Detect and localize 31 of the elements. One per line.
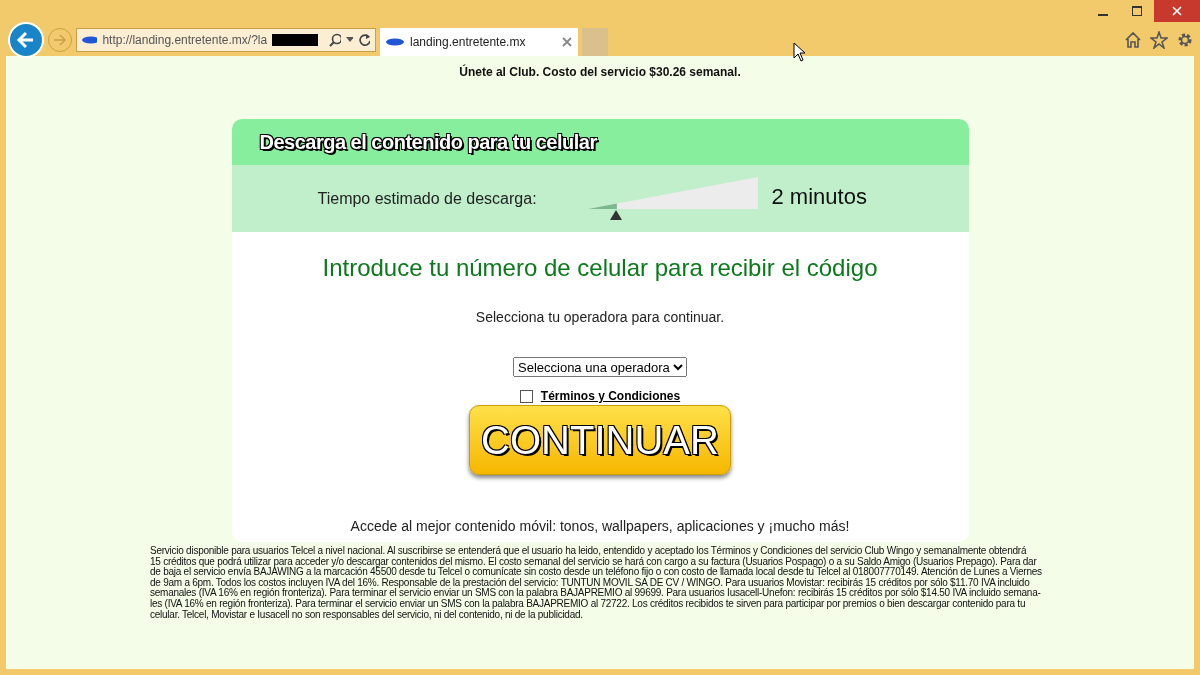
search-icon[interactable]: [329, 33, 342, 47]
estimate-label: Tiempo estimado de descarga:: [317, 189, 538, 208]
refresh-icon[interactable]: [358, 33, 370, 47]
dropdown-icon[interactable]: [346, 37, 354, 43]
browser-tab[interactable]: landing.entretente.mx: [380, 28, 578, 56]
notice-text: Únete al Club. Costo del servicio $30.26 semanal.: [459, 65, 741, 79]
operator-select[interactable]: Selecciona una operadora: [513, 357, 687, 377]
site-icon: [82, 36, 98, 44]
terms-link[interactable]: Términos y Condiciones: [540, 389, 681, 403]
estimate-value: 2 minutos: [771, 183, 867, 210]
back-button[interactable]: [8, 22, 44, 58]
terms-checkbox[interactable]: [519, 389, 533, 403]
instruction-text: Selecciona tu operadora para continuar.: [475, 309, 725, 325]
star-icon[interactable]: [1150, 31, 1168, 49]
maximize-icon: [1132, 6, 1142, 16]
back-arrow-icon: [16, 30, 36, 50]
address-bar[interactable]: http://landing.entretente.mx/?la: [76, 28, 376, 52]
tagline-text: Accede al mejor contenido móvil: tonos, wallpapers, aplicaciones y ¡mucho más!: [350, 518, 850, 534]
card-title: Descarga el contenido para tu celular: [259, 130, 597, 154]
close-tab-icon[interactable]: [562, 37, 572, 47]
redaction-block: [272, 34, 319, 46]
site-icon: [386, 38, 404, 46]
settings-icon[interactable]: [1176, 31, 1194, 49]
home-icon[interactable]: [1124, 31, 1142, 49]
close-icon: [1172, 6, 1182, 16]
cursor-icon: [793, 42, 807, 62]
card-heading: Introduce tu número de celular para recibir el código: [322, 254, 878, 282]
minimize-icon: [1098, 14, 1108, 16]
legal-text: Servicio disponible para usuarios Telcel a nivel nacional. Al suscribirse se entenderá que el usuario ha leido, entendido y aceptado los Términos y Condiciones del servicio Club Wingo y semanalmente obtendrá 15 créditos que podrá utilizar para acceder y/o descargar contenidos del mismo. El costo semanal del servicio se hará con cargo a su factura (Usuarios Pospago) o a su Saldo Amigo (Usuarios Prepago). Para dar de baja el servicio envía BAJAWING a la marcación 45500 desde tu Telcel o comunícate sin costo desde un teléfono fijo o con costo de llamada local desde tu Telcel al 018007770149. Atención de Lunes a Viernes de 9am a 6pm. Todos los costos incluyen IVA del 16%. Responsable de la prestación del servicio: TUNTUN MOVIL SA DE CV / WINGO. Para usuarios Movistar: recibirás 15 créditos por sólo $11.70 IVA incluido semanales (IVA 16% en región fronteriza). Para terminar el servicio enviar un SMS con la palabra BAJAPREMIO al 99699. Para usuarios Iusacell-Unefon: recibirás 15 créditos por sólo $14.50 IVA incluido semana- les (IVA 16% en región fronteriza). Para terminar el servicio enviar un SMS con la palabra BAJAPREMIO al 72722. Los créditos recibidos te sirven para participar por premios o bien descargar contenido para tu celular. Telcel, Movistar e Iusacell no son responsables del servicio, ni del contenido, ni de la publicidad.: [150, 546, 1043, 621]
url-text: http://landing.entretente.mx/?la: [102, 33, 268, 47]
forward-arrow-icon: [53, 33, 67, 47]
